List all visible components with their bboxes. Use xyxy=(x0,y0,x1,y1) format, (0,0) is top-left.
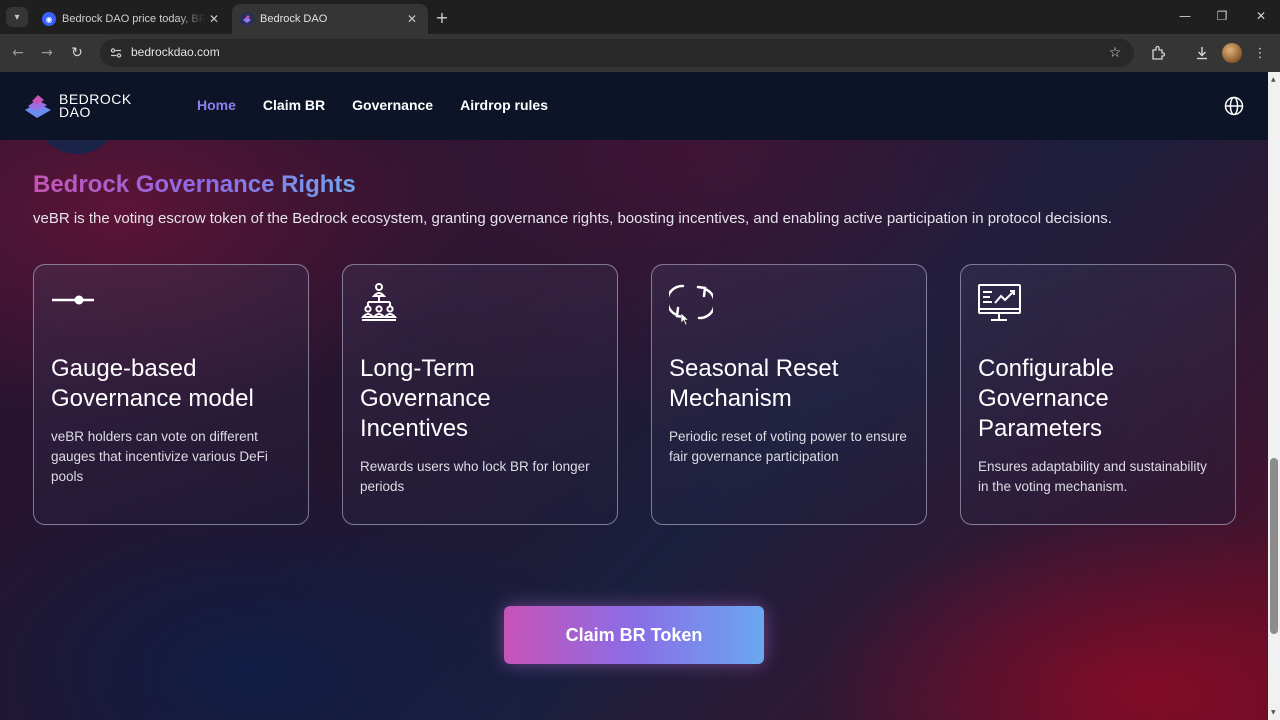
scroll-up-arrow-icon[interactable]: ▲ xyxy=(1271,76,1276,83)
language-globe-icon[interactable] xyxy=(1224,96,1244,116)
tab-title: Bedrock DAO price today, BR to USD live … xyxy=(62,13,206,25)
card-text: Periodic reset of voting power to ensure… xyxy=(669,429,907,464)
claim-br-token-button[interactable]: Claim BR Token xyxy=(504,606,764,664)
back-icon[interactable]: ← xyxy=(8,43,28,63)
card-title: Configurable Governance Parameters xyxy=(978,355,1115,442)
new-tab-button[interactable]: + xyxy=(432,8,452,27)
minimize-icon[interactable]: — xyxy=(1174,6,1196,26)
mouse-pointer-icon xyxy=(681,313,689,325)
downloads-icon[interactable] xyxy=(1192,43,1212,63)
chart-monitor-icon xyxy=(978,284,1021,321)
card-title: Seasonal Reset Mechanism xyxy=(669,355,839,412)
section-description: veBR is the voting escrow token of the B… xyxy=(33,210,1112,227)
bedrock-favicon-icon xyxy=(240,12,254,26)
browser-tab-bedrock[interactable]: Bedrock DAO ✕ xyxy=(232,4,428,34)
hierarchy-icon xyxy=(360,283,398,321)
card-text: Rewards users who lock BR for longer per… xyxy=(360,459,590,494)
card-text: Ensures adaptability and sustainability … xyxy=(978,459,1207,494)
browser-toolbar: ← → ↻ bedrockdao.com ☆ ⋮ xyxy=(0,34,1280,72)
address-bar[interactable]: bedrockdao.com ☆ xyxy=(100,39,1134,67)
feature-cards: Gauge-based Governance model veBR holder… xyxy=(33,264,1236,525)
feature-card-incentives: Long-Term Governance Incentives Rewards … xyxy=(342,264,618,525)
tab-search-button[interactable]: ▾ xyxy=(6,7,28,27)
extensions-icon[interactable] xyxy=(1148,43,1168,63)
close-window-icon[interactable]: ✕ xyxy=(1250,6,1272,26)
feature-card-seasonal-reset: Seasonal Reset Mechanism Periodic reset … xyxy=(651,264,927,525)
slider-icon xyxy=(52,295,94,305)
nav-home[interactable]: Home xyxy=(197,97,236,113)
browser-menu-icon[interactable]: ⋮ xyxy=(1250,43,1270,63)
close-tab-icon[interactable]: ✕ xyxy=(206,11,222,27)
close-tab-icon[interactable]: ✕ xyxy=(404,11,420,27)
card-title: Long-Term Governance Incentives xyxy=(360,355,491,442)
feature-card-gauge: Gauge-based Governance model veBR holder… xyxy=(33,264,309,525)
card-title: Gauge-based Governance model xyxy=(51,355,254,412)
browser-tab-coinmarketcap[interactable]: ◉ Bedrock DAO price today, BR to USD liv… xyxy=(34,4,230,34)
site-info-icon[interactable] xyxy=(108,45,124,61)
scrollbar-thumb[interactable] xyxy=(1270,458,1278,634)
main-nav: Home Claim BR Governance Airdrop rules xyxy=(197,97,548,113)
bookmark-star-icon[interactable]: ☆ xyxy=(1106,44,1124,62)
refresh-icon xyxy=(669,284,713,320)
card-text: veBR holders can vote on different gauge… xyxy=(51,429,268,484)
url-text: bedrockdao.com xyxy=(131,45,220,59)
section-title: Bedrock Governance Rights xyxy=(33,171,356,198)
site-logo[interactable]: BEDROCK DAO xyxy=(23,91,132,121)
feature-card-configurable: Configurable Governance Parameters Ensur… xyxy=(960,264,1236,525)
page-scrollbar[interactable]: ▲ ▼ xyxy=(1268,72,1280,720)
restore-icon[interactable]: ❐ xyxy=(1211,6,1233,26)
page-viewport: BEDROCK DAO Home Claim BR Governance Air… xyxy=(0,72,1268,720)
browser-tab-strip: ▾ ◉ Bedrock DAO price today, BR to USD l… xyxy=(0,0,1280,34)
coinmarketcap-favicon-icon: ◉ xyxy=(42,12,56,26)
tab-title: Bedrock DAO xyxy=(260,13,328,25)
logo-text: BEDROCK DAO xyxy=(59,92,132,120)
nav-governance[interactable]: Governance xyxy=(352,97,433,113)
profile-avatar[interactable] xyxy=(1222,43,1242,63)
forward-icon[interactable]: → xyxy=(37,43,57,63)
bedrock-logo-icon xyxy=(25,95,51,118)
reload-icon[interactable]: ↻ xyxy=(67,43,87,63)
logo-line-2: DAO xyxy=(59,104,91,120)
site-header: BEDROCK DAO Home Claim BR Governance Air… xyxy=(0,72,1268,140)
nav-airdrop-rules[interactable]: Airdrop rules xyxy=(460,97,548,113)
nav-claim-br[interactable]: Claim BR xyxy=(263,97,325,113)
scroll-down-arrow-icon[interactable]: ▼ xyxy=(1271,709,1276,716)
